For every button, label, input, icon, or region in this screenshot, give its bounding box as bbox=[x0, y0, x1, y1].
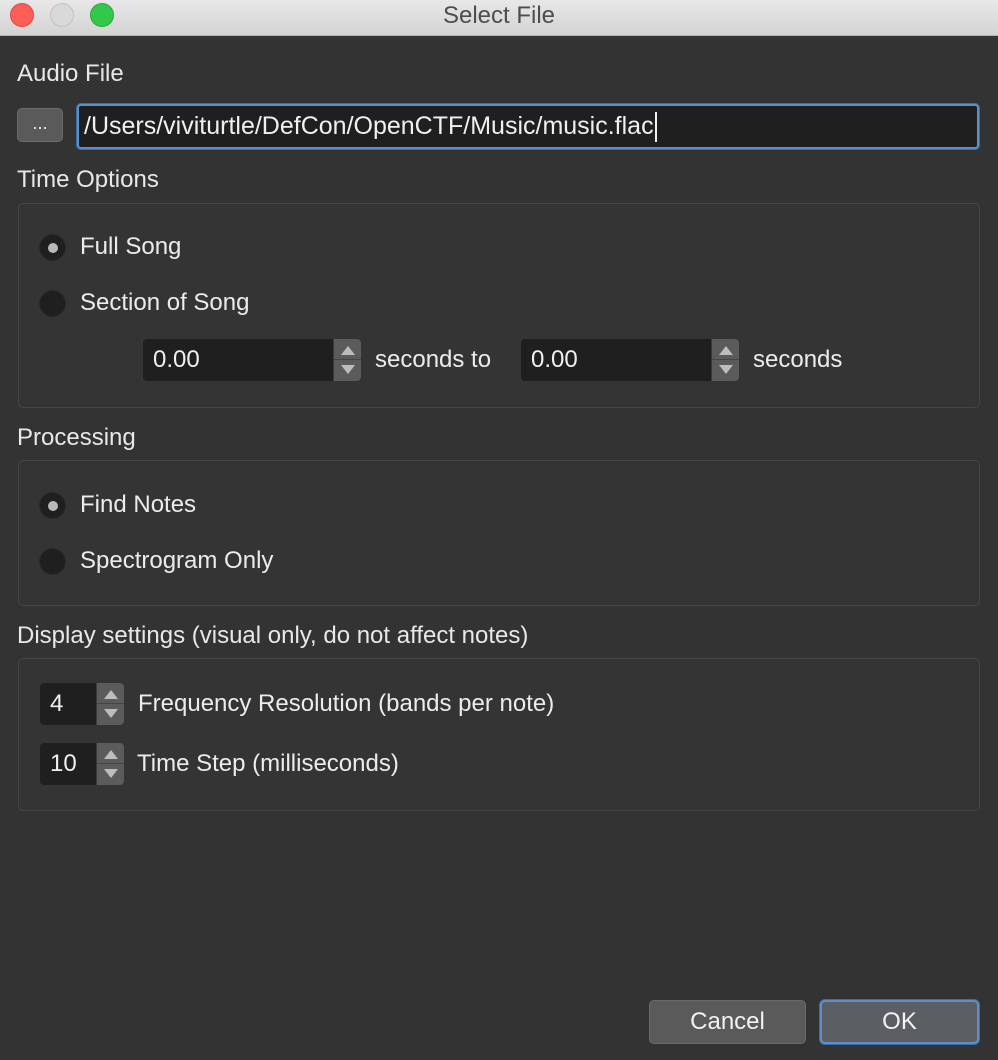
time-step-stepper[interactable] bbox=[96, 743, 124, 785]
stepper-divider bbox=[712, 359, 739, 360]
frequency-resolution-label: Frequency Resolution (bands per note) bbox=[138, 690, 555, 717]
seconds-to-label: seconds to bbox=[375, 346, 492, 373]
stepper-divider bbox=[97, 703, 124, 704]
ok-button[interactable]: OK bbox=[820, 1000, 979, 1044]
spectrogram-only-radio-option[interactable]: Spectrogram Only bbox=[39, 546, 273, 576]
decrement-arrow-icon[interactable] bbox=[104, 769, 118, 778]
time-step-spinbox[interactable]: 10 bbox=[40, 743, 124, 785]
frequency-resolution-stepper[interactable] bbox=[96, 683, 124, 725]
full-song-radio-option[interactable]: Full Song bbox=[39, 232, 181, 262]
browse-button[interactable]: ... bbox=[17, 108, 63, 142]
decrement-arrow-icon[interactable] bbox=[341, 365, 355, 374]
section-of-song-radio-option[interactable]: Section of Song bbox=[39, 288, 249, 318]
dialog-body: Audio File ... /Users/viviturtle/DefCon/… bbox=[0, 36, 998, 1060]
increment-arrow-icon[interactable] bbox=[104, 690, 118, 699]
window-title: Select File bbox=[442, 2, 556, 29]
frequency-resolution-spinbox[interactable]: 4 bbox=[40, 683, 124, 725]
time-options-heading: Time Options bbox=[17, 166, 159, 193]
stepper-divider bbox=[334, 359, 361, 360]
time-step-value: 10 bbox=[50, 750, 77, 777]
audio-file-heading: Audio File bbox=[17, 60, 124, 87]
title-bar: Select File bbox=[0, 0, 998, 36]
time-step-label: Time Step (milliseconds) bbox=[137, 750, 399, 777]
section-of-song-radio[interactable] bbox=[39, 289, 66, 317]
full-song-radio[interactable] bbox=[39, 233, 66, 261]
processing-group: Find Notes Spectrogram Only bbox=[18, 460, 980, 606]
frequency-resolution-value: 4 bbox=[50, 690, 64, 717]
seconds-label: seconds bbox=[753, 346, 843, 373]
cancel-button[interactable]: Cancel bbox=[649, 1000, 806, 1044]
display-settings-heading: Display settings (visual only, do not af… bbox=[17, 622, 529, 649]
end-seconds-value: 0.00 bbox=[531, 346, 578, 373]
increment-arrow-icon[interactable] bbox=[719, 346, 733, 355]
full-song-label: Full Song bbox=[80, 233, 182, 260]
increment-arrow-icon[interactable] bbox=[341, 346, 355, 355]
audio-file-path-input[interactable]: /Users/viviturtle/DefCon/OpenCTF/Music/m… bbox=[77, 104, 979, 149]
time-options-group: Full Song Section of Song 0.00 seconds t… bbox=[18, 203, 980, 408]
find-notes-label: Find Notes bbox=[80, 491, 197, 518]
section-of-song-label: Section of Song bbox=[80, 289, 250, 316]
end-seconds-spinbox[interactable]: 0.00 bbox=[521, 339, 739, 381]
start-seconds-spinbox[interactable]: 0.00 bbox=[143, 339, 361, 381]
spectrogram-only-radio[interactable] bbox=[39, 547, 66, 575]
display-settings-group: 4 Frequency Resolution (bands per note) … bbox=[18, 658, 980, 811]
audio-file-path-value: /Users/viviturtle/DefCon/OpenCTF/Music/m… bbox=[84, 112, 654, 140]
decrement-arrow-icon[interactable] bbox=[104, 709, 118, 718]
text-caret bbox=[654, 112, 657, 143]
decrement-arrow-icon[interactable] bbox=[719, 365, 733, 374]
start-seconds-value: 0.00 bbox=[153, 346, 200, 373]
start-seconds-stepper[interactable] bbox=[333, 339, 361, 381]
spectrogram-only-label: Spectrogram Only bbox=[80, 547, 274, 574]
stepper-divider bbox=[97, 763, 124, 764]
end-seconds-stepper[interactable] bbox=[711, 339, 739, 381]
processing-heading: Processing bbox=[17, 424, 136, 451]
find-notes-radio-option[interactable]: Find Notes bbox=[39, 490, 196, 520]
increment-arrow-icon[interactable] bbox=[104, 750, 118, 759]
find-notes-radio[interactable] bbox=[39, 491, 66, 519]
